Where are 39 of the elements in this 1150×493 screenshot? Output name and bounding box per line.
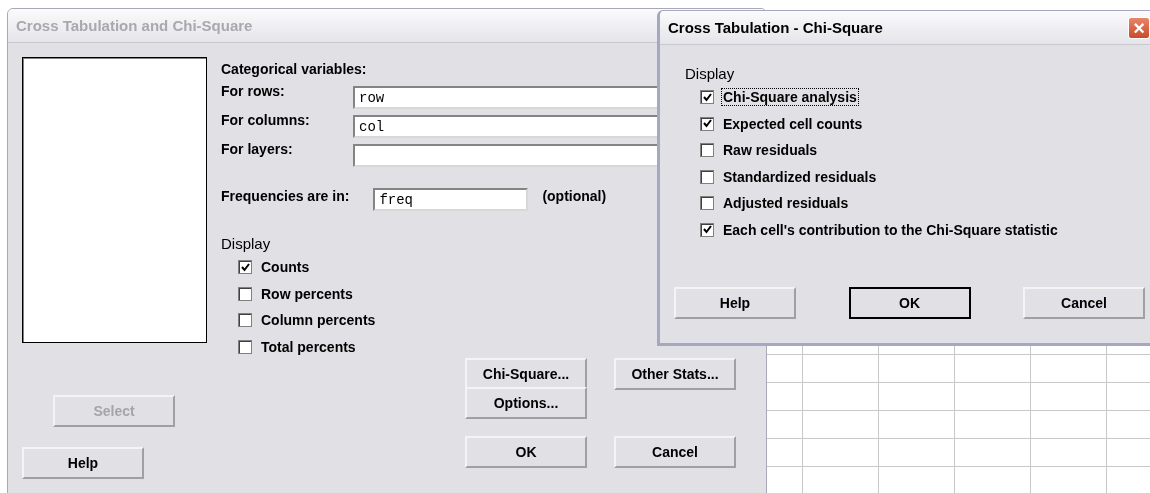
- section-label: Display: [221, 235, 271, 252]
- dialog-button[interactable]: Cancel: [1023, 287, 1145, 319]
- checkbox-label[interactable]: Adjusted residuals: [722, 195, 850, 212]
- optional-note: (optional): [542, 188, 607, 204]
- checkbox-label[interactable]: Row percents: [260, 285, 354, 302]
- checkbox[interactable]: [238, 339, 252, 354]
- dialog-button[interactable]: Help: [674, 287, 796, 319]
- checkbox[interactable]: [700, 116, 714, 131]
- help-button[interactable]: Help: [22, 447, 144, 479]
- checkbox-label[interactable]: Each cell's contribution to the Chi-Square statistic: [722, 221, 1059, 238]
- checkbox[interactable]: [238, 260, 252, 275]
- field-label: For rows:: [221, 83, 286, 99]
- options-button[interactable]: Options...: [465, 387, 587, 419]
- cancel-button[interactable]: Cancel: [614, 436, 736, 468]
- ok-button[interactable]: OK: [465, 436, 587, 468]
- field-label: For layers:: [221, 141, 294, 157]
- section-label: Categorical variables:: [221, 61, 367, 77]
- checkbox[interactable]: [700, 90, 714, 105]
- checkbox[interactable]: [700, 143, 714, 158]
- checkbox-label[interactable]: Raw residuals: [722, 142, 819, 159]
- dialog-button[interactable]: OK: [848, 287, 971, 319]
- variable-list[interactable]: [22, 57, 207, 343]
- input-field[interactable]: freq: [373, 188, 529, 211]
- checkbox[interactable]: [700, 196, 714, 211]
- chi-square-button[interactable]: Chi-Square...: [465, 358, 587, 390]
- checkbox[interactable]: [700, 222, 714, 237]
- checkbox[interactable]: [238, 286, 252, 301]
- window-title: Cross Tabulation and Chi-Square: [16, 17, 253, 34]
- checkbox-label[interactable]: Standardized residuals: [722, 168, 878, 185]
- checkbox[interactable]: [700, 169, 714, 184]
- checkbox-label[interactable]: Total percents: [260, 338, 357, 355]
- section-label: Display: [685, 65, 735, 82]
- window-title: Cross Tabulation - Chi-Square: [668, 19, 883, 36]
- checkbox-label[interactable]: Counts: [260, 259, 311, 276]
- other-stats-button[interactable]: Other Stats...: [614, 358, 736, 390]
- field-label: Frequencies are in:: [221, 188, 350, 204]
- field-label: For columns:: [221, 112, 311, 128]
- checkbox[interactable]: [238, 313, 252, 328]
- checkbox-label[interactable]: Column percents: [260, 312, 377, 329]
